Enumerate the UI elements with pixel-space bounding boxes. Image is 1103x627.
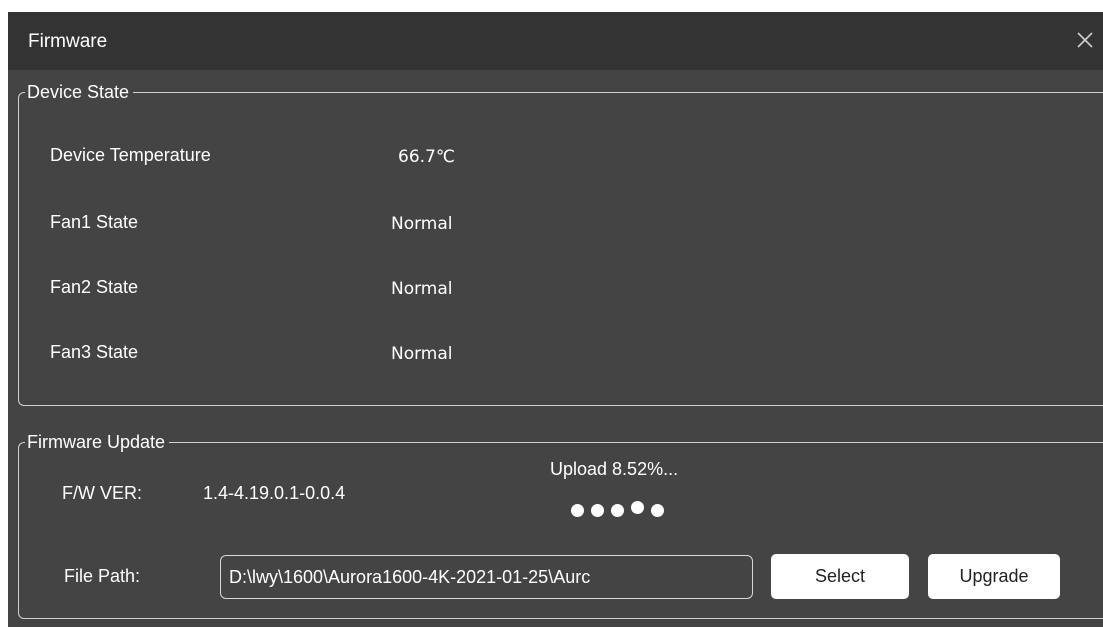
device-state-legend: Device State — [27, 82, 130, 102]
fan3-state-value: Normal — [391, 344, 453, 364]
upload-status: Upload 8.52%... — [550, 459, 679, 479]
progress-dot — [651, 504, 664, 517]
window-title: Firmware — [28, 31, 108, 52]
progress-dot — [571, 504, 584, 517]
fan3-state-label: Fan3 State — [50, 342, 139, 362]
firmware-update-legend: Firmware Update — [27, 432, 166, 452]
progress-dot — [611, 504, 624, 517]
close-icon — [1077, 32, 1093, 48]
fan1-state-label: Fan1 State — [50, 212, 139, 232]
upgrade-button[interactable]: Upgrade — [928, 554, 1060, 599]
file-path-label: File Path: — [64, 566, 141, 586]
device-temperature-label: Device Temperature — [50, 145, 211, 165]
dialog-content: Device State Device Temperature 66.7℃ Fa… — [8, 70, 1103, 627]
progress-dot — [631, 501, 644, 514]
close-button[interactable] — [1067, 22, 1103, 58]
fw-ver-label: F/W VER: — [62, 483, 142, 503]
fw-ver-value: 1.4-4.19.0.1-0.0.4 — [203, 483, 346, 503]
fan2-state-value: Normal — [391, 279, 453, 299]
firmware-dialog: Firmware Device State Device Temperature… — [8, 12, 1103, 627]
file-path-input[interactable]: D:\lwy\1600\Aurora1600-4K-2021-01-25\Aur… — [220, 555, 753, 599]
progress-dot — [591, 504, 604, 517]
fan2-state-label: Fan2 State — [50, 277, 139, 297]
device-temperature-value: 66.7℃ — [398, 147, 455, 167]
device-state-group: Device State — [18, 82, 1103, 406]
select-button[interactable]: Select — [771, 554, 909, 599]
upload-progress-spinner — [571, 501, 664, 522]
title-bar: Firmware — [8, 12, 1103, 70]
fan1-state-value: Normal — [391, 214, 453, 234]
